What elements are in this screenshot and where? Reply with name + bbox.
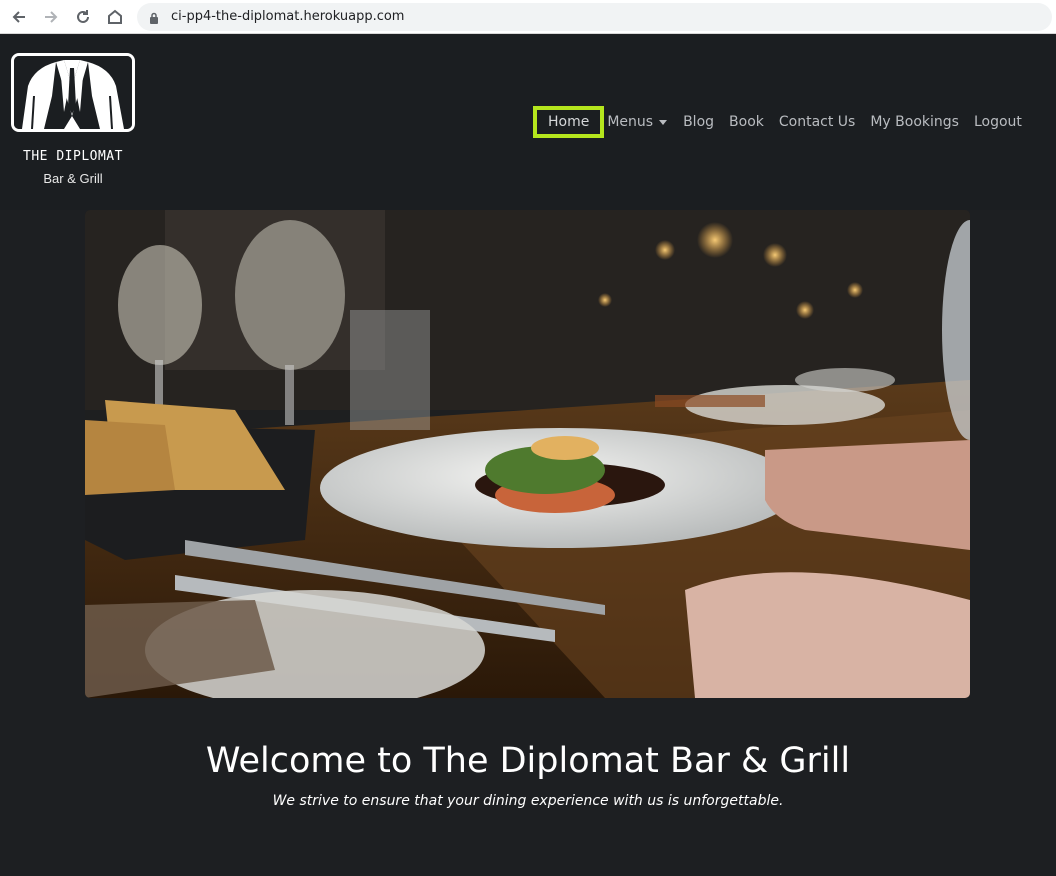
lock-icon (149, 10, 159, 29)
caret-down-icon (659, 119, 668, 125)
brand-logo[interactable] (11, 53, 135, 132)
nav-contact-link[interactable]: Contact Us (779, 114, 855, 130)
welcome-tagline: We strive to ensure that your dining exp… (272, 793, 784, 809)
nav-my-bookings-link[interactable]: My Bookings (870, 114, 959, 130)
nav-logout-link[interactable]: Logout (974, 114, 1022, 130)
browser-toolbar: ci-pp4-the-diplomat.herokuapp.com (0, 0, 1056, 34)
hero-image (85, 210, 970, 698)
nav-blog-link[interactable]: Blog (683, 114, 714, 130)
address-bar[interactable]: ci-pp4-the-diplomat.herokuapp.com (137, 3, 1052, 31)
welcome-heading: Welcome to The Diplomat Bar & Grill (205, 741, 851, 781)
brand-name: THE DIPLOMAT (23, 149, 123, 164)
nav-book-link[interactable]: Book (729, 114, 764, 130)
main-nav: Home Menus Blog Book Contact Us My Booki… (533, 106, 1022, 138)
reload-icon[interactable] (71, 5, 95, 29)
nav-menus-label: Menus (607, 114, 654, 130)
brand-subtitle: Bar & Grill (43, 171, 103, 186)
url-text: ci-pp4-the-diplomat.herokuapp.com (171, 9, 405, 24)
back-icon[interactable] (7, 5, 31, 29)
nav-home-link[interactable]: Home (533, 106, 605, 138)
home-icon[interactable] (103, 5, 127, 29)
site-header: THE DIPLOMAT Bar & Grill Home Menus Blog… (0, 35, 1056, 210)
nav-menus-dropdown[interactable]: Menus (607, 114, 668, 130)
forward-icon[interactable] (39, 5, 63, 29)
suit-logo-icon (11, 53, 135, 132)
